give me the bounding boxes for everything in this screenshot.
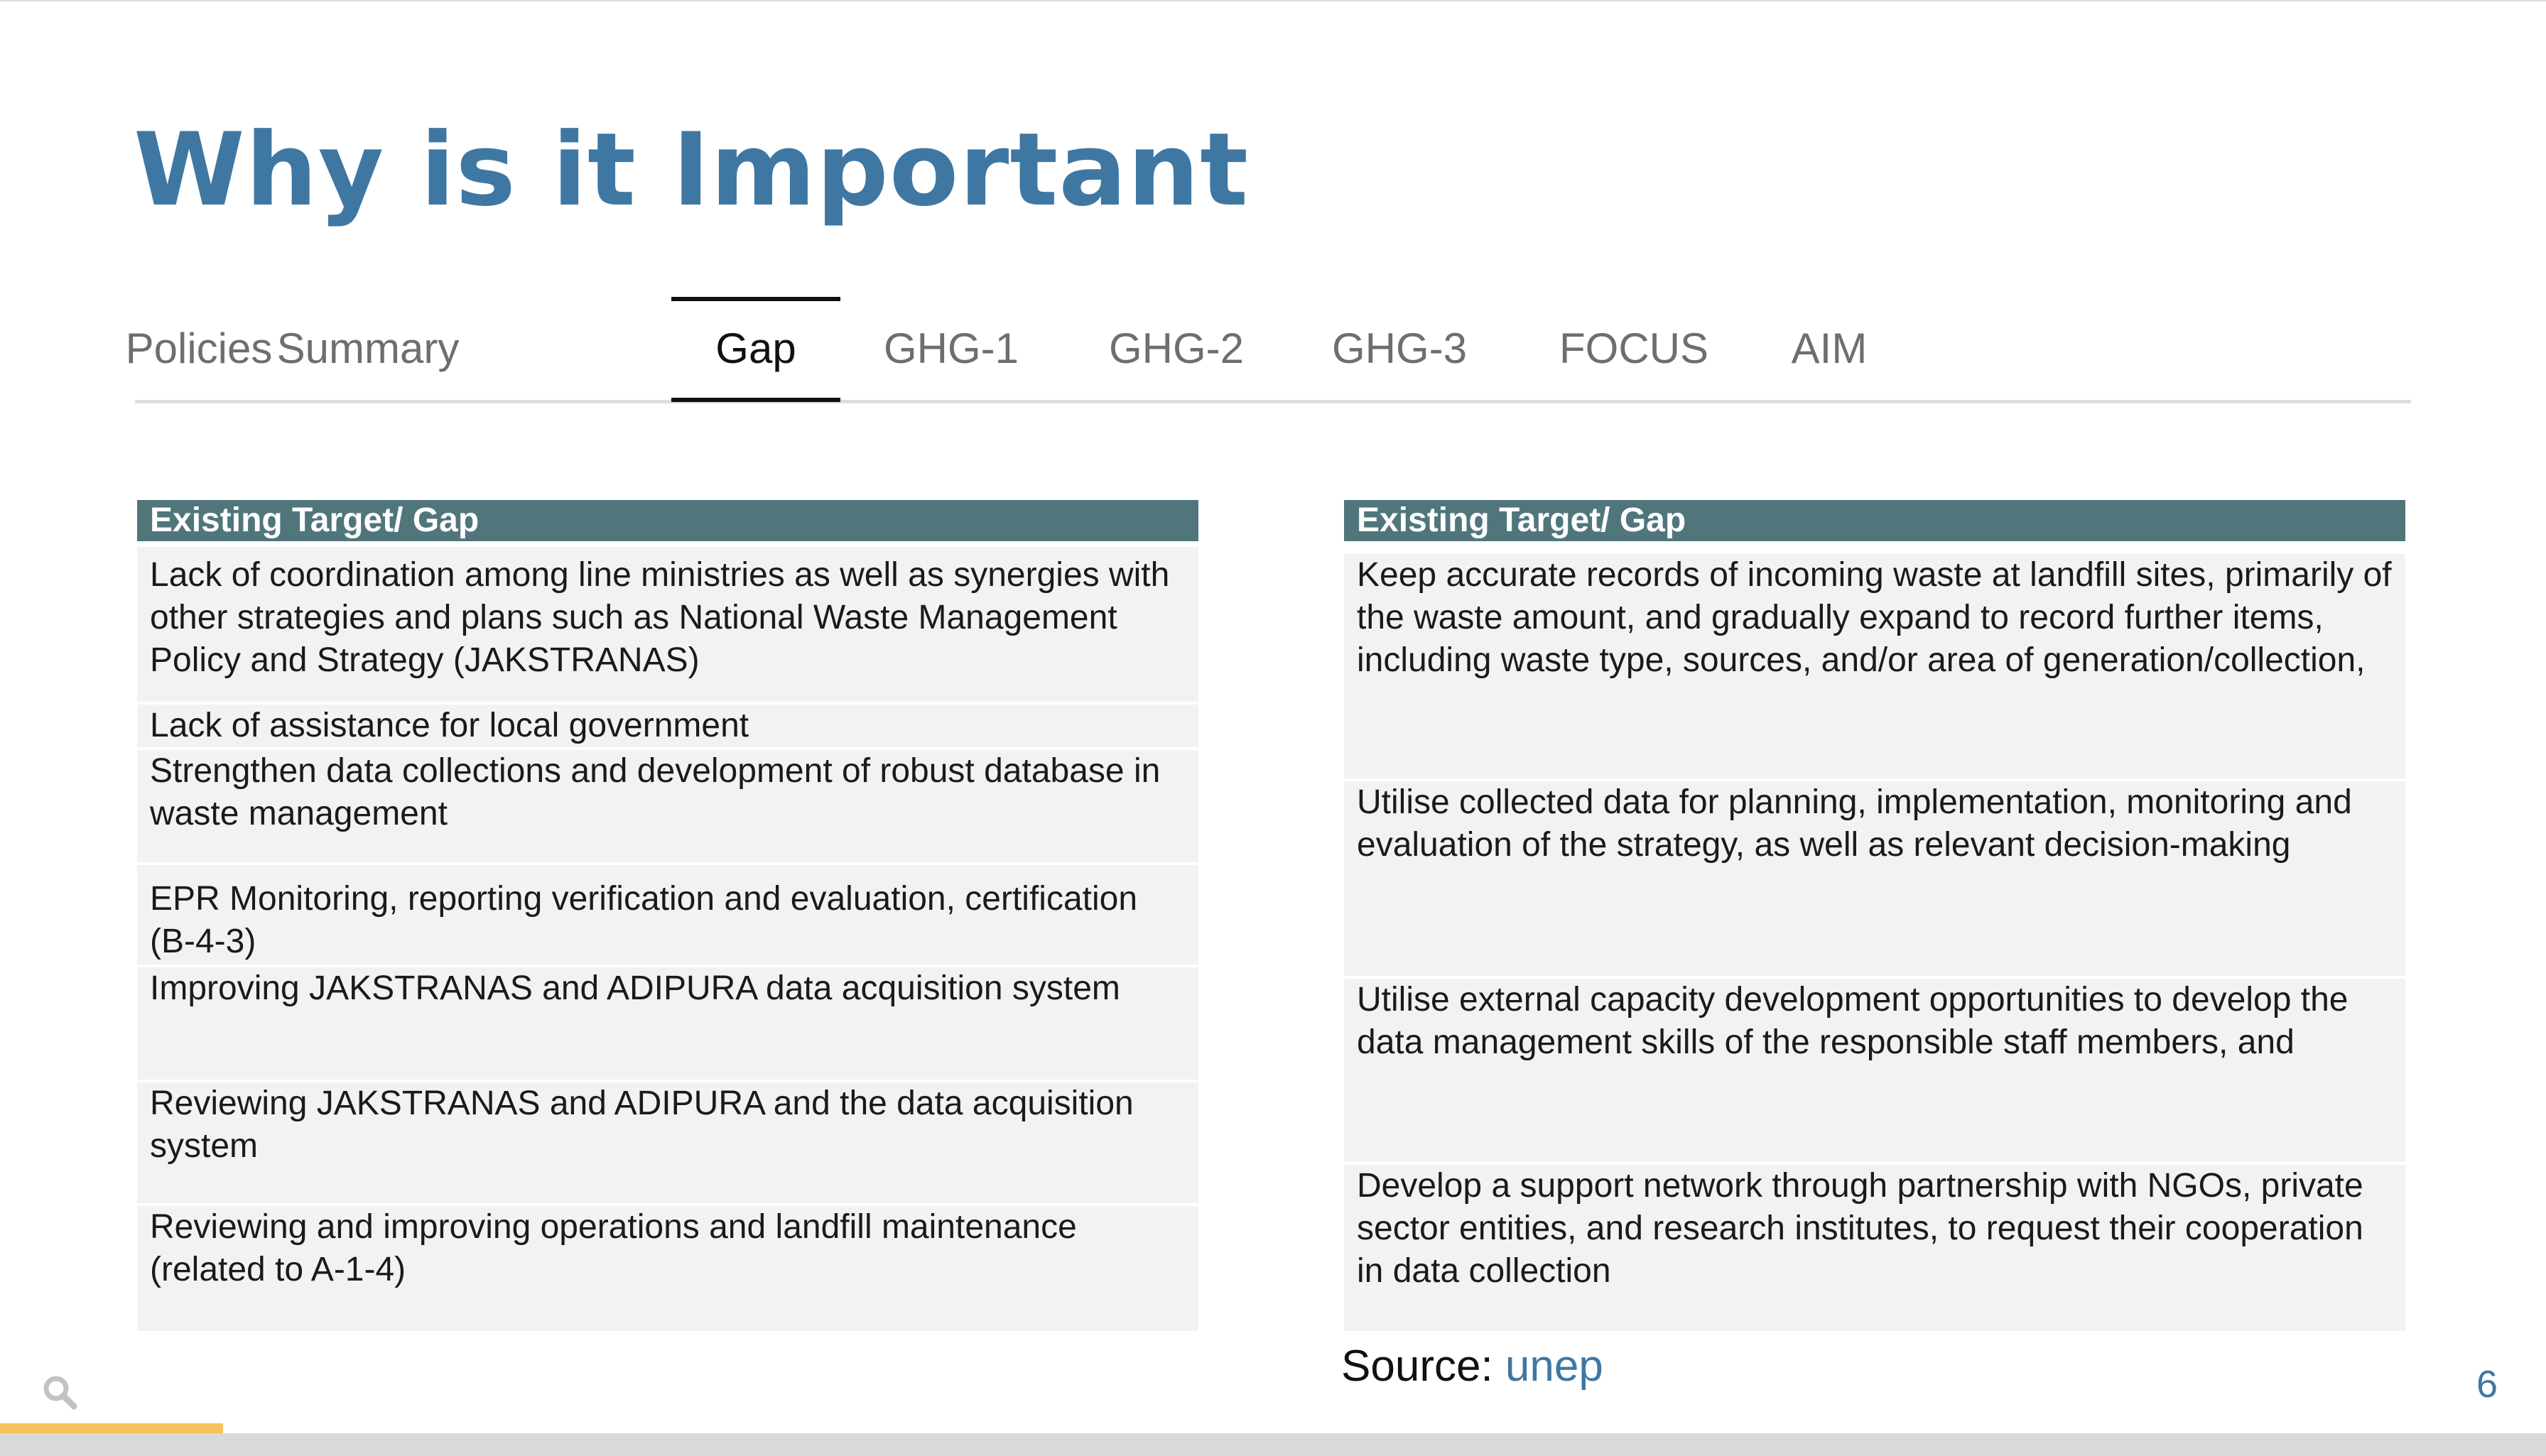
progress-fill — [0, 1423, 223, 1433]
tab-focus[interactable]: FOCUS — [1527, 300, 1740, 396]
tab-ghg-1[interactable]: GHG-1 — [884, 300, 1019, 396]
table-row: Utilise external capacity development op… — [1344, 979, 2405, 1162]
table-row: Reviewing JAKSTRANAS and ADIPURA and the… — [137, 1082, 1198, 1203]
tab-bar: Policies Summary Gap GHG-1 GHG-2 GHG-3 F… — [126, 297, 2411, 405]
slide-title: Why is it Important — [134, 112, 1250, 229]
table-row: Utilise collected data for planning, imp… — [1344, 781, 2405, 976]
table-row: Keep accurate records of incoming waste … — [1344, 554, 2405, 778]
progress-bar — [0, 1423, 2546, 1433]
top-divider — [0, 0, 2546, 1]
table-row: Strengthen data collections and developm… — [137, 750, 1198, 862]
table-row: Lack of assistance for local government — [137, 705, 1198, 747]
source-label: Source: — [1341, 1342, 1493, 1391]
tab-aim[interactable]: AIM — [1762, 300, 1897, 396]
tab-ghg-3[interactable]: GHG-3 — [1316, 300, 1483, 396]
table-row: Reviewing and improving operations and l… — [137, 1206, 1198, 1331]
left-gap-table: Existing Target/ Gap Lack of coordinatio… — [137, 500, 1198, 1331]
table-row: Lack of coordination among line ministri… — [137, 547, 1198, 702]
search-icon[interactable] — [41, 1374, 78, 1411]
tab-bar-underline — [135, 400, 2411, 403]
source-citation: Source: unep — [1341, 1338, 1603, 1395]
slide: Why is it Important Policies Summary Gap… — [0, 0, 2546, 1433]
tab-summary[interactable]: Summary — [263, 300, 473, 396]
table-row: Improving JAKSTRANAS and ADIPURA data ac… — [137, 967, 1198, 1080]
tab-ghg-2[interactable]: GHG-2 — [1090, 300, 1263, 396]
right-gap-table: Existing Target/ Gap Keep accurate recor… — [1344, 500, 2405, 1331]
source-link[interactable]: unep — [1505, 1342, 1603, 1391]
table-row: EPR Monitoring, reporting verification a… — [137, 865, 1198, 965]
tab-gap[interactable]: Gap — [671, 297, 840, 402]
table-row: Develop a support network through partne… — [1344, 1165, 2405, 1331]
tab-policies[interactable]: Policies — [126, 300, 273, 396]
left-table-header: Existing Target/ Gap — [137, 500, 1198, 541]
page-number: 6 — [2476, 1363, 2498, 1406]
right-table-header: Existing Target/ Gap — [1344, 500, 2405, 541]
